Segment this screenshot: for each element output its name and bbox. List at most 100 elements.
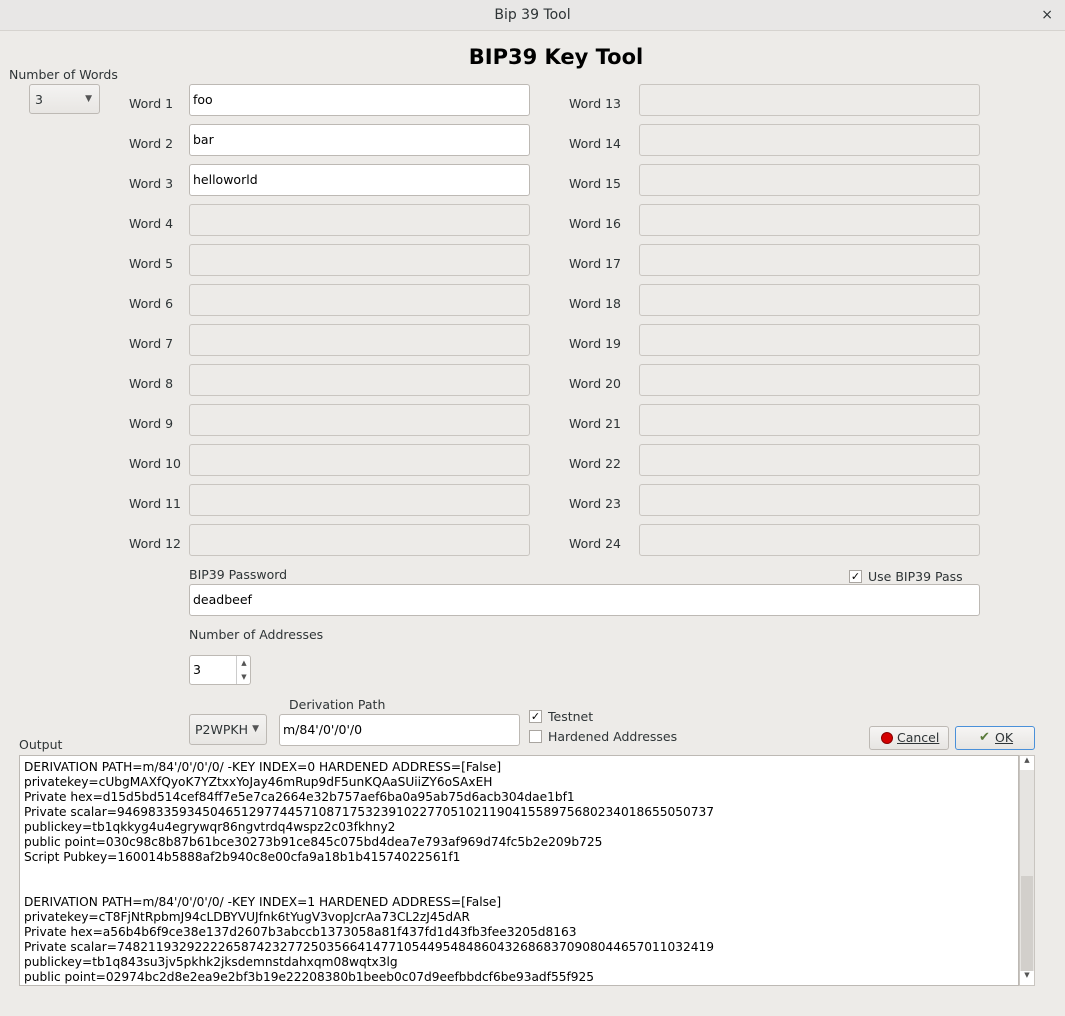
word-14-input[interactable]	[639, 124, 980, 156]
number-of-addresses-value: 3	[193, 662, 201, 677]
word-label: Word 15	[569, 176, 622, 191]
script-type-value: P2WPKH	[195, 722, 248, 737]
word-16-input[interactable]	[639, 204, 980, 236]
number-of-words-label: Number of Words	[9, 67, 118, 82]
word-24-input[interactable]	[639, 524, 980, 556]
word-label: Word 21	[569, 416, 622, 431]
word-label: Word 5	[129, 256, 174, 271]
word-label: Word 3	[129, 176, 174, 191]
ok-label: OK	[995, 730, 1014, 745]
hardened-addresses-label: Hardened Addresses	[548, 729, 678, 744]
output-textarea[interactable]: DERIVATION PATH=m/84'/0'/0'/0/ -KEY INDE…	[19, 755, 1019, 986]
cancel-button[interactable]: Cancel	[869, 726, 949, 750]
scroll-down-icon[interactable]: ▼	[1020, 971, 1034, 985]
word-label: Word 6	[129, 296, 174, 311]
word-label: Word 7	[129, 336, 174, 351]
word-22-input[interactable]	[639, 444, 980, 476]
testnet-checkbox[interactable]: ✓	[529, 710, 542, 723]
cancel-label: Cancel	[897, 730, 940, 745]
output-line: DERIVATION PATH=m/84'/0'/0'/0/ -KEY INDE…	[24, 895, 502, 909]
word-10-input[interactable]	[189, 444, 530, 476]
word-label: Word 23	[569, 496, 622, 511]
word-19-input[interactable]	[639, 324, 980, 356]
word-4-input[interactable]	[189, 204, 530, 236]
word-label: Word 22	[569, 456, 622, 471]
word-label: Word 19	[569, 336, 622, 351]
page-title: BIP39 Key Tool	[468, 45, 644, 69]
word-label: Word 18	[569, 296, 622, 311]
word-12-input[interactable]	[189, 524, 530, 556]
word-label: Word 20	[569, 376, 622, 391]
word-3-input[interactable]: helloworld	[189, 164, 530, 196]
output-line: Private hex=d15d5bd514cef84ff7e5e7ca2664…	[24, 790, 575, 804]
output-line: publickey=tb1qkkyg4u4egrywqr86ngvtrdq4ws…	[24, 820, 396, 834]
word-20-input[interactable]	[639, 364, 980, 396]
word-18-input[interactable]	[639, 284, 980, 316]
word-9-input[interactable]	[189, 404, 530, 436]
output-line: Script Pubkey=160014b5888af2b940c8e00cfa…	[24, 850, 461, 864]
word-label: Word 10	[129, 456, 182, 471]
use-bip39-pass-label: Use BIP39 Pass	[868, 569, 963, 584]
output-line: Private hex=a56b4b6f9ce38e137d2607b3abcc…	[24, 925, 577, 939]
word-label: Word 16	[569, 216, 622, 231]
word-15-input[interactable]	[639, 164, 980, 196]
number-of-words-value: 3	[35, 92, 43, 107]
word-7-input[interactable]	[189, 324, 530, 356]
output-line: privatekey=cUbgMAXfQyoK7YZtxxYoJay46mRup…	[24, 775, 493, 789]
word-label: Word 17	[569, 256, 622, 271]
close-icon[interactable]: ×	[1041, 0, 1053, 31]
word-label: Word 11	[129, 496, 182, 511]
output-scrollbar[interactable]: ▲ ▼	[1019, 755, 1035, 986]
word-label: Word 8	[129, 376, 174, 391]
word-label: Word 14	[569, 136, 622, 151]
output-line: DERIVATION PATH=m/84'/0'/0'/0/ -KEY INDE…	[24, 760, 502, 774]
testnet-label: Testnet	[548, 709, 594, 724]
output-line: public point=030c98c8b87b61bce30273b91ce…	[24, 835, 603, 849]
word-label: Word 12	[129, 536, 182, 551]
ok-check-icon: ✔	[979, 730, 990, 745]
number-of-words-select[interactable]: 3 ▼	[29, 84, 100, 114]
derivation-path-label: Derivation Path	[289, 697, 386, 712]
word-1-input[interactable]: foo	[189, 84, 530, 116]
number-of-addresses-spinbox[interactable]: 3 ▲ ▼	[189, 655, 251, 685]
bip39-password-label: BIP39 Password	[189, 567, 288, 582]
word-label: Word 2	[129, 136, 174, 151]
title-bar: Bip 39 Tool	[0, 0, 1065, 31]
scrollbar-thumb[interactable]	[1021, 876, 1033, 972]
word-label: Word 1	[129, 96, 174, 111]
stop-icon	[881, 732, 893, 744]
bip39-password-input[interactable]: deadbeef	[189, 584, 980, 616]
word-6-input[interactable]	[189, 284, 530, 316]
hardened-addresses-checkbox[interactable]	[529, 730, 542, 743]
word-2-input[interactable]: bar	[189, 124, 530, 156]
output-line: Private scalar=9469833593450465129774457…	[24, 805, 715, 819]
output-label: Output	[19, 737, 63, 752]
output-line: privatekey=cT8FjNtRpbmJ94cLDBYVUJfnk6tYu…	[24, 910, 470, 924]
number-of-addresses-label: Number of Addresses	[189, 627, 324, 642]
word-8-input[interactable]	[189, 364, 530, 396]
chevron-down-icon: ▼	[252, 724, 259, 734]
word-17-input[interactable]	[639, 244, 980, 276]
output-line: public point=02974bc2d8e2ea9e2bf3b19e222…	[24, 970, 595, 984]
word-label: Word 9	[129, 416, 174, 431]
derivation-path-input[interactable]: m/84'/0'/0'/0	[279, 714, 520, 746]
output-line: Private scalar=7482119329222265874232772…	[24, 940, 715, 954]
spin-down-icon[interactable]: ▼	[237, 670, 251, 684]
use-bip39-pass-checkbox[interactable]: ✓	[849, 570, 862, 583]
word-label: Word 13	[569, 96, 622, 111]
word-11-input[interactable]	[189, 484, 530, 516]
word-13-input[interactable]	[639, 84, 980, 116]
spin-up-icon[interactable]: ▲	[237, 656, 251, 670]
output-line: publickey=tb1q843su3jv5pkhk2jksdemnstdah…	[24, 955, 398, 969]
window-title: Bip 39 Tool	[494, 7, 571, 23]
word-5-input[interactable]	[189, 244, 530, 276]
script-type-select[interactable]: P2WPKH ▼	[189, 714, 267, 745]
ok-button[interactable]: ✔ OK	[955, 726, 1035, 750]
word-label: Word 24	[569, 536, 622, 551]
scroll-up-icon[interactable]: ▲	[1020, 756, 1034, 770]
word-21-input[interactable]	[639, 404, 980, 436]
chevron-down-icon: ▼	[85, 94, 92, 104]
word-23-input[interactable]	[639, 484, 980, 516]
